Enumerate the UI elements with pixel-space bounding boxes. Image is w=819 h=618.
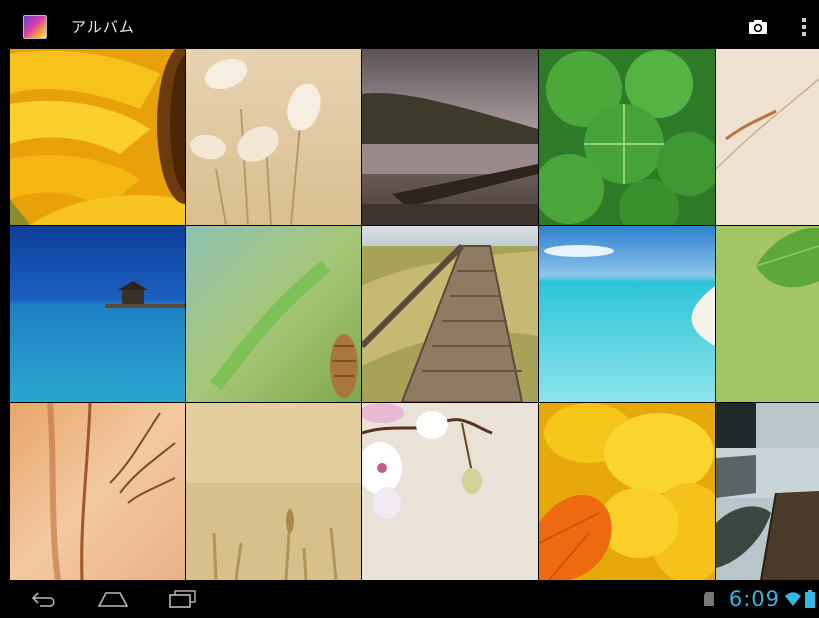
home-button[interactable] — [95, 584, 131, 614]
album-photo-boardwalk[interactable] — [362, 226, 538, 402]
gallery-icon[interactable] — [23, 14, 47, 39]
album-photo-lake-pier[interactable] — [362, 49, 538, 225]
camera-button[interactable] — [747, 17, 769, 37]
album-photo-green-leaf[interactable] — [716, 226, 819, 402]
system-nav-bar: 6:09 — [0, 580, 819, 618]
album-photo-wheat-field[interactable] — [186, 403, 361, 580]
action-bar: アルバム — [10, 5, 819, 48]
status-clock: 6:09 — [728, 587, 780, 611]
camera-icon — [749, 19, 767, 34]
back-icon — [31, 592, 55, 607]
album-photo-bunny-tail-grass[interactable] — [186, 49, 361, 225]
album-photo-green-pinecone[interactable] — [186, 226, 361, 402]
recent-apps-icon — [169, 590, 196, 608]
album-photo-sunflower[interactable] — [10, 49, 185, 225]
page-title: アルバム — [71, 18, 135, 36]
battery-icon — [805, 590, 815, 608]
sd-card-icon — [703, 592, 714, 606]
album-photo-orchid[interactable] — [362, 403, 538, 580]
home-icon — [97, 592, 129, 607]
wifi-icon — [785, 592, 801, 606]
album-photo-dry-grass[interactable] — [716, 49, 819, 225]
recent-apps-button[interactable] — [164, 584, 200, 614]
status-area[interactable]: 6:09 — [703, 587, 815, 611]
album-photo-lake-dock-boat[interactable] — [716, 403, 819, 580]
album-photo-clover[interactable] — [539, 49, 715, 225]
album-photo-ocean-pier[interactable] — [10, 226, 185, 402]
overflow-menu-icon — [802, 17, 806, 22]
album-photo-tropical-beach[interactable] — [539, 226, 715, 402]
album-photo-golden-reeds[interactable] — [10, 403, 185, 580]
photo-grid — [10, 49, 819, 580]
overflow-menu-button[interactable] — [799, 16, 809, 38]
back-button[interactable] — [26, 584, 62, 614]
album-photo-yellow-leaves[interactable] — [539, 403, 715, 580]
